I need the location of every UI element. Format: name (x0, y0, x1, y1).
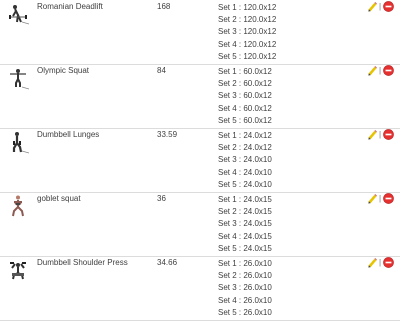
set-entry: Set 2 : 24.0x12 (218, 143, 272, 153)
set-entry: Set 3 : 24.0x10 (218, 155, 272, 165)
goblet-squat-figure-icon (6, 194, 30, 218)
workout-row: Olympic Squat 84 Set 1 : 60.0x12 Set 2 : … (0, 64, 400, 129)
shoulder-press-figure-icon (6, 258, 30, 282)
set-entry: Set 3 : 24.0x15 (218, 219, 272, 229)
action-separator: | (379, 66, 382, 75)
set-entry: Set 5 : 24.0x15 (218, 243, 272, 253)
exercise-name: Dumbbell Shoulder Press (37, 258, 128, 267)
exercise-score: 168 (157, 2, 171, 11)
workout-row: Dumbbell Shoulder Press 34.66 Set 1 : 26… (0, 256, 400, 321)
set-entry: Set 3 : 120.0x12 (218, 27, 277, 37)
row-actions: | (367, 1, 397, 13)
set-list: Set 1 : 60.0x12 Set 2 : 60.0x12 Set 3 : 60… (218, 66, 272, 127)
set-entry: Set 4 : 26.0x10 (218, 295, 272, 305)
row-actions: | (367, 257, 397, 269)
workout-row: Romanian Deadlift 168 Set 1 : 120.0x12 Se… (0, 0, 400, 65)
pencil-icon[interactable] (367, 257, 378, 268)
row-actions: | (367, 129, 397, 141)
pencil-icon[interactable] (367, 1, 378, 12)
action-separator: | (379, 2, 382, 11)
row-actions: | (367, 193, 397, 205)
action-separator: | (379, 258, 382, 267)
delete-icon[interactable] (383, 193, 394, 204)
set-entry: Set 1 : 24.0x12 (218, 131, 272, 140)
set-list: Set 1 : 24.0x12 Set 2 : 24.0x12 Set 3 : 24… (218, 130, 272, 191)
set-entry: Set 2 : 24.0x15 (218, 207, 272, 217)
pencil-icon[interactable] (367, 193, 378, 204)
set-entry: Set 1 : 120.0x12 (218, 3, 277, 12)
set-list: Set 1 : 26.0x10 Set 2 : 26.0x10 Set 3 : 26… (218, 258, 272, 319)
set-entry: Set 3 : 60.0x12 (218, 91, 272, 101)
row-actions: | (367, 65, 397, 77)
delete-icon[interactable] (383, 257, 394, 268)
set-entry: Set 2 : 120.0x12 (218, 15, 277, 25)
set-entry: Set 1 : 24.0x15 (218, 195, 272, 204)
set-entry: Set 2 : 60.0x12 (218, 79, 272, 89)
set-entry: Set 5 : 26.0x10 (218, 307, 272, 317)
exercise-score: 34.66 (157, 258, 178, 267)
set-entry: Set 4 : 24.0x10 (218, 167, 272, 177)
workout-row: Dumbbell Lunges 33.59 Set 1 : 24.0x12 Set… (0, 128, 400, 193)
workout-row: goblet squat 36 Set 1 : 24.0x15 Set 2 : 2… (0, 192, 400, 257)
set-entry: Set 3 : 26.0x10 (218, 283, 272, 293)
action-separator: | (379, 130, 382, 139)
set-entry: Set 1 : 60.0x12 (218, 67, 272, 76)
set-entry: Set 5 : 60.0x12 (218, 115, 272, 125)
exercise-name: Romanian Deadlift (37, 2, 103, 11)
exercise-score: 36 (157, 194, 166, 203)
set-entry: Set 2 : 26.0x10 (218, 271, 272, 281)
pencil-icon[interactable] (367, 129, 378, 140)
set-entry: Set 1 : 26.0x10 (218, 259, 272, 268)
delete-icon[interactable] (383, 65, 394, 76)
set-entry: Set 4 : 120.0x12 (218, 39, 277, 49)
set-entry: Set 5 : 120.0x12 (218, 51, 277, 61)
delete-icon[interactable] (383, 1, 394, 12)
squat-figure-icon (6, 66, 30, 90)
exercise-score: 84 (157, 66, 166, 75)
set-list: Set 1 : 120.0x12 Set 2 : 120.0x12 Set 3 : … (218, 2, 276, 63)
exercise-name: Olympic Squat (37, 66, 90, 75)
action-separator: | (379, 194, 382, 203)
set-entry: Set 4 : 24.0x15 (218, 231, 272, 241)
exercise-score: 33.59 (157, 130, 178, 139)
lunge-figure-icon (6, 130, 30, 154)
delete-icon[interactable] (383, 129, 394, 140)
deadlift-figure-icon (6, 2, 30, 26)
pencil-icon[interactable] (367, 65, 378, 76)
exercise-name: goblet squat (37, 194, 81, 203)
set-entry: Set 5 : 24.0x10 (218, 179, 272, 189)
set-entry: Set 4 : 60.0x12 (218, 103, 272, 113)
exercise-name: Dumbbell Lunges (37, 130, 100, 139)
set-list: Set 1 : 24.0x15 Set 2 : 24.0x15 Set 3 : 24… (218, 194, 272, 255)
